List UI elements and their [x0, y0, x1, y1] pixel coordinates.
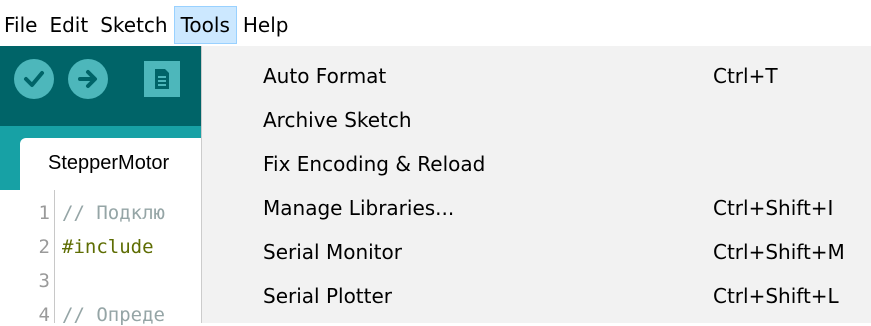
menu-item-manage-libraries[interactable]: Manage Libraries... Ctrl+Shift+I — [202, 188, 871, 232]
menu-tools[interactable]: Tools — [173, 6, 237, 44]
tools-dropdown-menu: Auto Format Ctrl+T Archive Sketch Fix En… — [201, 46, 871, 323]
arrow-right-icon — [78, 70, 97, 88]
menu-edit[interactable]: Edit — [43, 6, 94, 44]
menu-bar: File Edit Sketch Tools Help — [0, 0, 871, 46]
menu-item-shortcut: Ctrl+Shift+L — [713, 284, 839, 308]
menu-item-fix-encoding[interactable]: Fix Encoding & Reload — [202, 144, 871, 188]
menu-item-shortcut: Ctrl+Shift+I — [713, 196, 834, 220]
tab-label: StepperMotor — [48, 152, 170, 174]
menu-item-label: Serial Monitor — [263, 240, 402, 264]
menu-item-label: Serial Plotter — [263, 284, 393, 308]
line-number: 1 — [38, 202, 50, 224]
upload-button[interactable] — [68, 59, 108, 99]
line-number: 2 — [38, 236, 50, 258]
code-line: // Подклю — [62, 202, 165, 224]
tab-steppermotor[interactable]: StepperMotor — [20, 138, 220, 190]
menu-item-shortcut: Ctrl+T — [713, 64, 778, 88]
code-line: #include — [62, 236, 154, 258]
menu-sketch[interactable]: Sketch — [94, 6, 173, 44]
verify-button[interactable] — [14, 59, 54, 99]
menu-item-label: Auto Format — [263, 64, 387, 88]
menu-item-label: Archive Sketch — [263, 108, 412, 132]
line-number: 3 — [38, 270, 50, 292]
checkmark-icon — [24, 71, 44, 87]
menu-item-serial-monitor[interactable]: Serial Monitor Ctrl+Shift+M — [202, 232, 871, 276]
menu-item-label: Manage Libraries... — [263, 196, 455, 220]
new-sketch-button[interactable] — [144, 61, 180, 97]
document-icon — [155, 69, 169, 89]
menu-item-auto-format[interactable]: Auto Format Ctrl+T — [202, 56, 871, 100]
menu-item-shortcut: Ctrl+Shift+M — [713, 240, 845, 264]
menu-item-label: Fix Encoding & Reload — [263, 152, 486, 176]
menu-file[interactable]: File — [0, 6, 43, 44]
menu-help[interactable]: Help — [237, 6, 295, 44]
menu-item-archive-sketch[interactable]: Archive Sketch — [202, 100, 871, 144]
menu-item-serial-plotter[interactable]: Serial Plotter Ctrl+Shift+L — [202, 276, 871, 320]
